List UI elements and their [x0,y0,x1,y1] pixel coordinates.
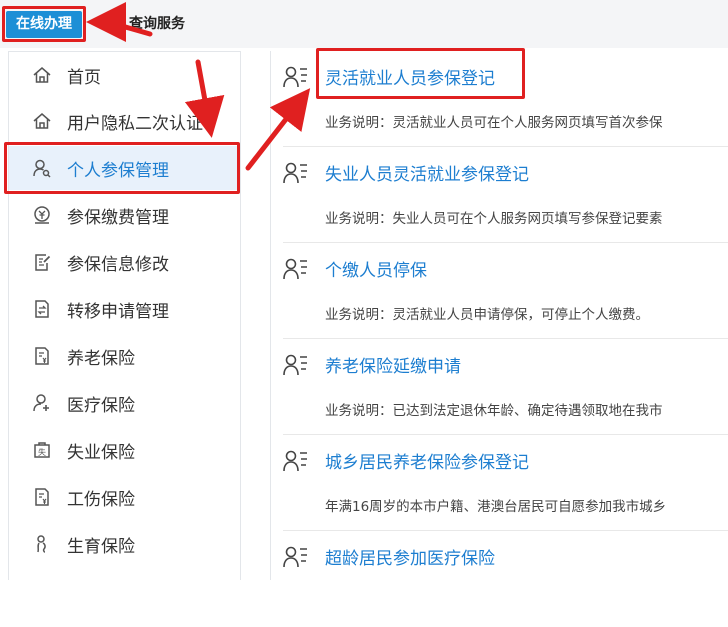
injury-document-icon [31,486,53,508]
service-title-link[interactable]: 个缴人员停保 [325,256,427,281]
user-list-icon [283,353,309,377]
service-title-link[interactable]: 养老保险延缴申请 [325,352,461,377]
service-description: 业务说明：灵活就业人员申请停保，可停止个人缴费。 [325,307,649,323]
sidebar-item-injury[interactable]: 工伤保险 [9,475,240,519]
sidebar-item-label: 失业保险 [67,442,135,463]
sidebar-item-label: 生育保险 [67,536,135,557]
sidebar-item-transfer[interactable]: 转移申请管理 [9,287,240,331]
sidebar-item-label: 工伤保险 [67,489,135,510]
list-item: 城乡居民养老保险参保登记 年满16周岁的本市户籍、港澳台居民可自愿参加我市城乡 [283,435,728,531]
top-navigation-bar: 在线办理 查询服务 [0,0,728,48]
service-title-link[interactable]: 城乡居民养老保险参保登记 [325,448,529,473]
sidebar-item-medical[interactable]: 医疗保险 [9,381,240,425]
service-description: 业务说明：失业人员可在个人服务网页填写参保登记要素 [325,211,663,227]
sidebar-item-unemployment[interactable]: 失 失业保险 [9,428,240,472]
annotation-highlight-box [4,142,240,194]
user-list-icon [283,545,309,569]
medical-person-icon [31,392,53,414]
user-list-icon [283,449,309,473]
sidebar-item-label: 医疗保险 [67,395,135,416]
service-description: 业务说明：已达到法定退休年龄、确定待遇领取地在我市 [325,403,663,419]
list-item: 失业人员灵活就业参保登记 业务说明：失业人员可在个人服务网页填写参保登记要素 [283,147,728,243]
sidebar-item-label: 首页 [67,67,101,88]
sidebar-item-label: 用户隐私二次认证 [67,113,203,134]
sidebar-item-label: 养老保险 [67,348,135,369]
home-icon [31,64,53,86]
list-item: 个缴人员停保 业务说明：灵活就业人员申请停保，可停止个人缴费。 [283,243,728,339]
maternity-icon [31,533,53,555]
sidebar-item-label: 转移申请管理 [67,301,169,322]
sidebar-item-label: 参保缴费管理 [67,207,169,228]
annotation-highlight-box [2,6,86,42]
sidebar-item-info-edit[interactable]: 参保信息修改 [9,240,240,284]
list-item: 养老保险延缴申请 业务说明：已达到法定退休年龄、确定待遇领取地在我市 [283,339,728,435]
service-description: 年满16周岁的本市户籍、港澳台居民可自愿参加我市城乡 [325,499,667,515]
sidebar-item-maternity[interactable]: 生育保险 [9,522,240,566]
payment-icon [31,204,53,226]
service-title-link[interactable]: 超龄居民参加医疗保险 [325,544,495,569]
sidebar-item-label: 参保信息修改 [67,254,169,275]
user-list-icon [283,257,309,281]
sidebar-menu: 首页 用户隐私二次认证 个人参保管理 参保缴费管理 参保信息修改 转移申请管理 [8,51,241,580]
service-list: 灵活就业人员参保登记 业务说明：灵活就业人员可在个人服务网页填写首次参保 失业人… [270,51,728,580]
sidebar-item-privacy-auth[interactable]: 用户隐私二次认证 [9,99,240,143]
unemployment-icon: 失 [31,439,53,461]
pension-document-icon [31,345,53,367]
svg-text:失: 失 [38,447,46,457]
sidebar-item-payment[interactable]: 参保缴费管理 [9,193,240,237]
service-title-link[interactable]: 失业人员灵活就业参保登记 [325,160,529,185]
user-list-icon [283,161,309,185]
transfer-icon [31,298,53,320]
annotation-highlight-box [316,48,525,99]
edit-document-icon [31,251,53,273]
sidebar-item-home[interactable]: 首页 [9,53,240,97]
user-list-icon [283,65,309,89]
list-item: 超龄居民参加医疗保险 [283,531,728,627]
sidebar-item-pension[interactable]: 养老保险 [9,334,240,378]
tab-query-service[interactable]: 查询服务 [129,11,185,38]
service-description: 业务说明：灵活就业人员可在个人服务网页填写首次参保 [325,115,663,131]
home-icon [31,110,53,132]
